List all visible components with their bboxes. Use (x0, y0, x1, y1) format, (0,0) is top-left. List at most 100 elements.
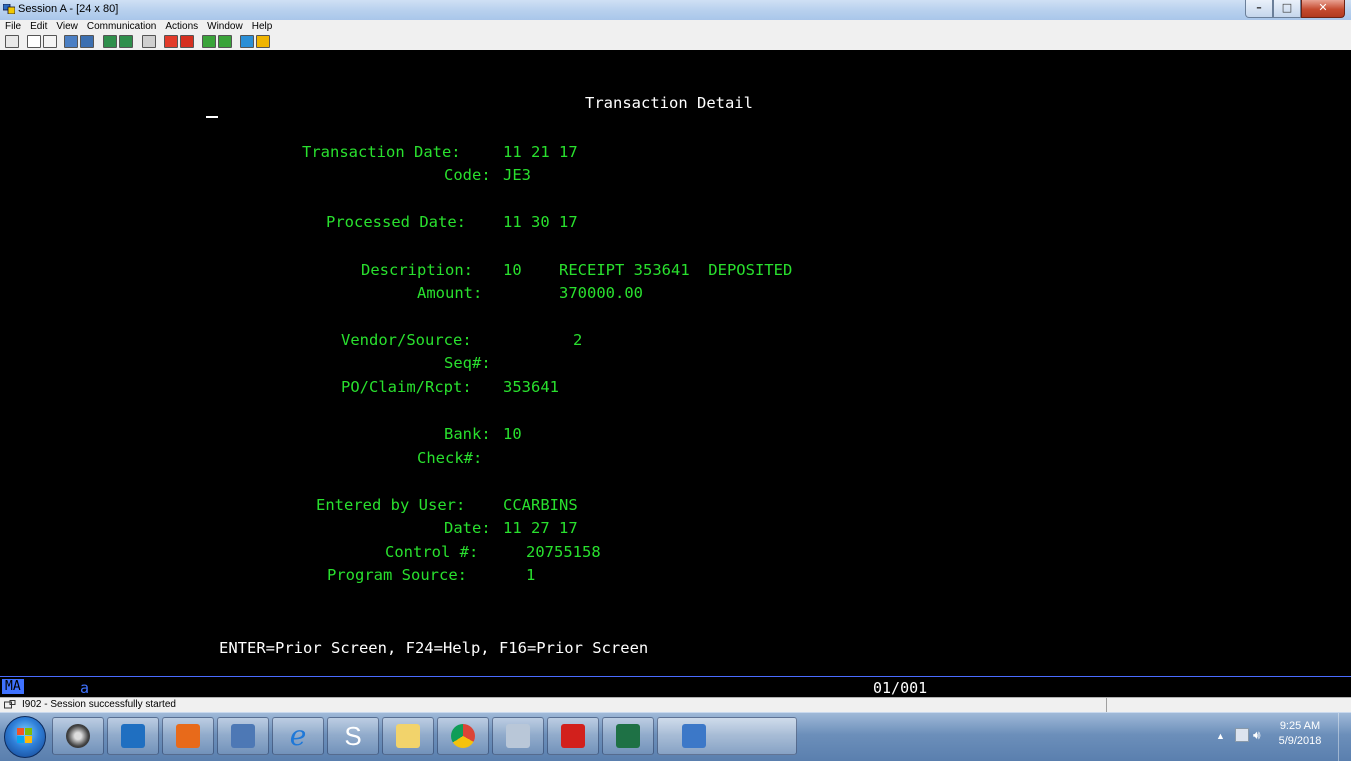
taskbar-acrobat[interactable] (547, 717, 599, 755)
sigma-icon: S (344, 721, 362, 751)
taskbar-file-explorer[interactable] (382, 717, 434, 755)
text-cursor (206, 116, 218, 118)
amount-value: 370000.00 (559, 284, 643, 302)
menu-window[interactable]: Window (202, 20, 247, 34)
taskbar-pcomm-session[interactable] (657, 717, 797, 755)
receive-icon[interactable] (80, 35, 94, 48)
calculator-icon (506, 724, 530, 748)
macro-play-icon[interactable] (202, 35, 216, 48)
taskbar-sigma-app[interactable]: S (327, 717, 379, 755)
bank-label: Bank: (444, 425, 491, 443)
clock-time: 9:25 AM (1279, 720, 1321, 732)
macro-record-icon[interactable] (164, 35, 178, 48)
vendor-source-value: 2 (573, 331, 583, 349)
cursor-position: 01/001 (873, 679, 928, 697)
seq-label: Seq#: (444, 354, 491, 372)
keyboard-icon[interactable] (142, 35, 156, 48)
action-center-flag-icon[interactable] (1235, 728, 1249, 742)
send-icon[interactable] (64, 35, 78, 48)
taskbar-office-app[interactable] (162, 717, 214, 755)
entered-by-label: Entered by User: (316, 496, 466, 514)
menu-help[interactable]: Help (247, 20, 277, 34)
taskbar-excel[interactable] (602, 717, 654, 755)
po-claim-rcpt-label: PO/Claim/Rcpt: (341, 378, 472, 396)
taskbar: e S ▲ 🔊︎ 9:25 AM 5/9/2018 (0, 712, 1351, 761)
toolbar (0, 34, 1351, 50)
system-tray: ▲ 🔊︎ 9:25 AM 5/9/2018 (1207, 713, 1351, 761)
bank-value: 10 (503, 425, 522, 443)
maximize-button[interactable]: □ (1273, 0, 1301, 18)
clock-date: 5/9/2018 (1278, 735, 1322, 747)
print-screen-icon[interactable] (5, 35, 19, 48)
internet-explorer-icon: e (289, 719, 307, 752)
taskbar-network-app[interactable] (217, 717, 269, 755)
show-hidden-icons-icon[interactable]: ▲ (1216, 731, 1225, 741)
po-claim-rcpt-value: 353641 (503, 378, 559, 396)
macro-edit-icon[interactable] (218, 35, 232, 48)
display-icon[interactable] (103, 35, 117, 48)
control-number-label: Control #: (385, 543, 479, 561)
paste-icon[interactable] (43, 35, 57, 48)
taskbar-outlook[interactable] (107, 717, 159, 755)
windows-flag-icon (17, 728, 32, 743)
camera-icon (66, 724, 90, 748)
pcomm-session-icon (682, 724, 706, 748)
taskbar-camera-app[interactable] (52, 717, 104, 755)
entered-date-value: 11 27 17 (503, 519, 578, 537)
close-button[interactable]: ✕ (1301, 0, 1345, 18)
folder-icon (396, 724, 420, 748)
screen-title: Transaction Detail (585, 94, 753, 112)
volume-icon[interactable]: 🔊︎ (1253, 728, 1267, 742)
session-status-icon (4, 700, 16, 709)
description-text: RECEIPT 353641 DEPOSITED (559, 261, 793, 279)
display-2-icon[interactable] (119, 35, 133, 48)
vendor-source-label: Vendor/Source: (341, 331, 472, 349)
office-icon (176, 724, 200, 748)
code-value: JE3 (503, 166, 531, 184)
minimize-button[interactable]: – (1245, 0, 1273, 18)
input-indicator: a (80, 679, 90, 697)
status-bar: I902 - Session successfully started (0, 697, 1351, 713)
check-label: Check#: (417, 449, 483, 467)
menu-actions[interactable]: Actions (160, 20, 202, 34)
mode-indicator: MA (2, 679, 24, 694)
taskbar-chrome[interactable] (437, 717, 489, 755)
copy-icon[interactable] (27, 35, 41, 48)
taskbar-internet-explorer[interactable]: e (272, 717, 324, 755)
window-title: Session A - [24 x 80] (18, 3, 119, 15)
support-icon[interactable] (240, 35, 254, 48)
processed-date-value: 11 30 17 (503, 213, 578, 231)
function-key-help: ENTER=Prior Screen, F24=Help, F16=Prior … (219, 639, 649, 657)
status-divider (1106, 698, 1107, 713)
show-desktop-button[interactable] (1338, 713, 1351, 761)
taskbar-calculator[interactable] (492, 717, 544, 755)
menu-view[interactable]: View (51, 20, 82, 34)
entered-date-label: Date: (444, 519, 491, 537)
acrobat-icon (561, 724, 585, 748)
control-number-value: 20755158 (526, 543, 601, 561)
operator-info-area: MA a 01/001 (0, 676, 1351, 698)
maximize-icon: □ (1281, 1, 1293, 14)
entered-by-value: CCARBINS (503, 496, 578, 514)
transaction-date-label: Transaction Date: (302, 143, 461, 161)
macro-stop-icon[interactable] (180, 35, 194, 48)
window-titlebar[interactable]: Session A - [24 x 80] – □ ✕ (0, 0, 1351, 20)
help-icon[interactable] (256, 35, 270, 48)
processed-date-label: Processed Date: (326, 213, 466, 231)
menu-bar: File Edit View Communication Actions Win… (0, 20, 1351, 34)
terminal-screen[interactable]: Transaction Detail Transaction Date: 11 … (0, 50, 1351, 675)
menu-edit[interactable]: Edit (25, 20, 51, 34)
excel-icon (616, 724, 640, 748)
code-label: Code: (444, 166, 491, 184)
program-source-value: 1 (526, 566, 536, 584)
minimize-icon: – (1256, 1, 1262, 14)
clock[interactable]: 9:25 AM 5/9/2018 (1273, 719, 1327, 749)
start-button[interactable] (4, 716, 46, 758)
amount-label: Amount: (417, 284, 483, 302)
transaction-date-value: 11 21 17 (503, 143, 578, 161)
description-label: Description: (361, 261, 473, 279)
menu-communication[interactable]: Communication (82, 20, 160, 34)
network-icon (231, 724, 255, 748)
description-code: 10 (503, 261, 522, 279)
menu-file[interactable]: File (0, 20, 25, 34)
